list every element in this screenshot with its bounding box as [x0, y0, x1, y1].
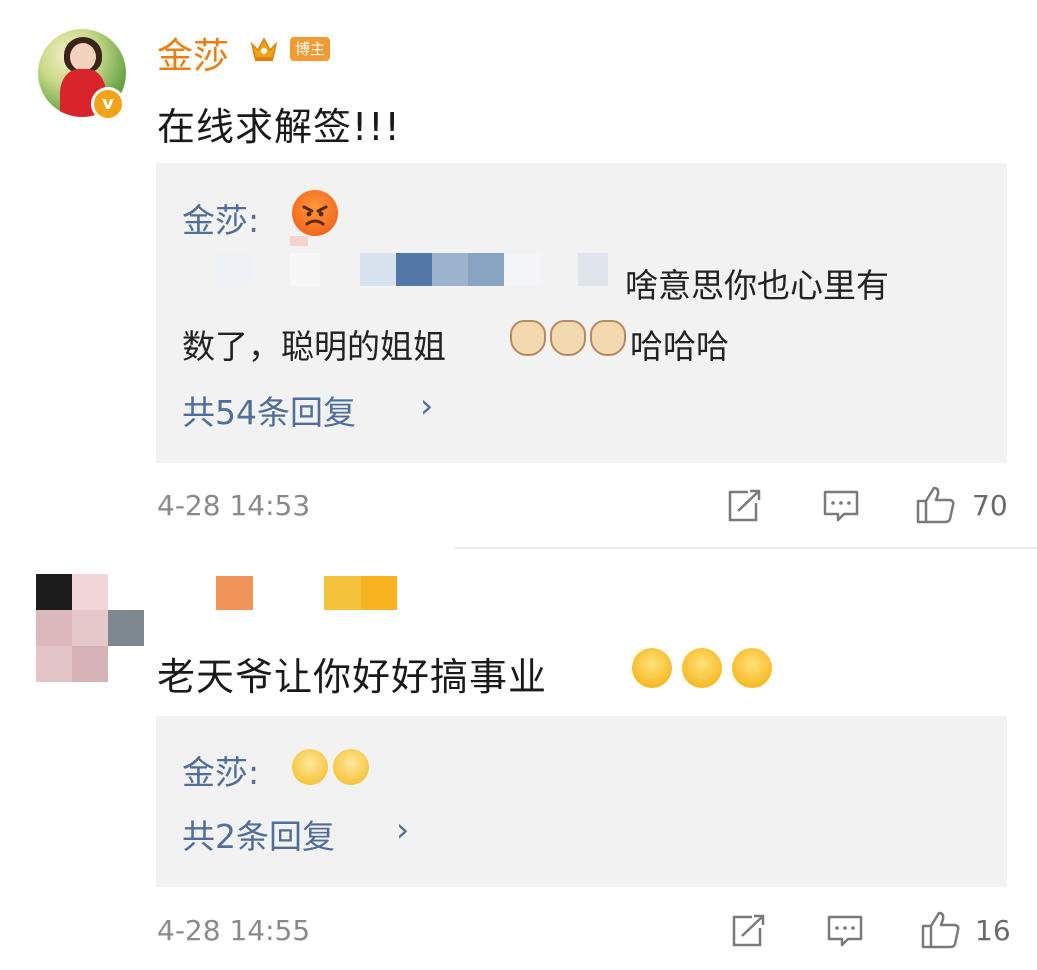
like-count: 70 [972, 489, 1008, 522]
laughing-tears-icon [632, 648, 672, 688]
mosaic-block [504, 253, 540, 286]
verified-v-icon: v [91, 87, 125, 121]
mosaic-block [36, 610, 72, 646]
mosaic-block [360, 253, 396, 286]
mosaic-block [72, 574, 108, 610]
chevron-right-icon[interactable]: › [396, 810, 409, 849]
pleading-face-icon [333, 749, 369, 785]
reply-author[interactable]: 金莎: [182, 194, 259, 242]
like-count: 16 [975, 914, 1011, 947]
mosaic-block [72, 646, 108, 682]
mosaic-block [361, 576, 397, 610]
mosaic-block [396, 253, 432, 286]
mosaic-block [108, 610, 144, 646]
mosaic-block [432, 253, 468, 286]
more-replies-link[interactable]: 共2条回复 [182, 810, 335, 858]
repost-icon[interactable] [730, 914, 766, 948]
mosaic-block [324, 576, 361, 610]
comment-text: 老天爷让你好好搞事业 [157, 655, 548, 699]
crown-icon [250, 37, 278, 61]
avatar-face [70, 43, 96, 71]
mosaic-block [578, 253, 608, 286]
chevron-right-icon[interactable]: › [420, 386, 433, 425]
avatar[interactable] [36, 574, 144, 682]
comment-text: 在线求解签!!! [157, 105, 401, 149]
angry-face-features-icon [302, 205, 328, 226]
reply-text-suffix: 哈哈哈 [630, 327, 729, 366]
reply-author[interactable]: 金莎: [182, 746, 259, 794]
username[interactable]: 金莎 [157, 27, 229, 79]
mosaic-block [36, 646, 72, 682]
repost-icon[interactable] [726, 489, 762, 523]
laughing-tears-icon [682, 648, 722, 688]
reply-text-line2: 数了，聪明的姐姐 [182, 327, 446, 366]
reply-box[interactable] [156, 716, 1007, 887]
reply-text-line1: 啥意思你也心里有 [625, 266, 889, 305]
mosaic-block [216, 576, 253, 610]
mosaic-block [290, 236, 308, 246]
cat-face-icon [510, 320, 546, 356]
cat-face-icon [550, 320, 586, 356]
more-replies-link[interactable]: 共54条回复 [182, 386, 356, 434]
angry-face-icon [292, 190, 338, 236]
crying-face-icon [292, 749, 328, 785]
laughing-tears-icon [732, 648, 772, 688]
mosaic-block [290, 253, 320, 286]
timestamp: 4-28 14:55 [157, 914, 311, 947]
divider [455, 547, 1037, 549]
mosaic-block [36, 574, 72, 610]
mosaic-block [72, 610, 108, 646]
thumbs-up-icon[interactable] [920, 910, 962, 950]
mosaic-block [215, 253, 253, 286]
cat-face-icon [590, 320, 626, 356]
thumbs-up-icon[interactable] [915, 485, 957, 525]
mosaic-block [468, 253, 504, 286]
blogger-badge: 博主 [290, 37, 331, 61]
comment-icon[interactable] [826, 914, 864, 948]
timestamp: 4-28 14:53 [157, 489, 311, 522]
comment-icon[interactable] [822, 489, 860, 523]
